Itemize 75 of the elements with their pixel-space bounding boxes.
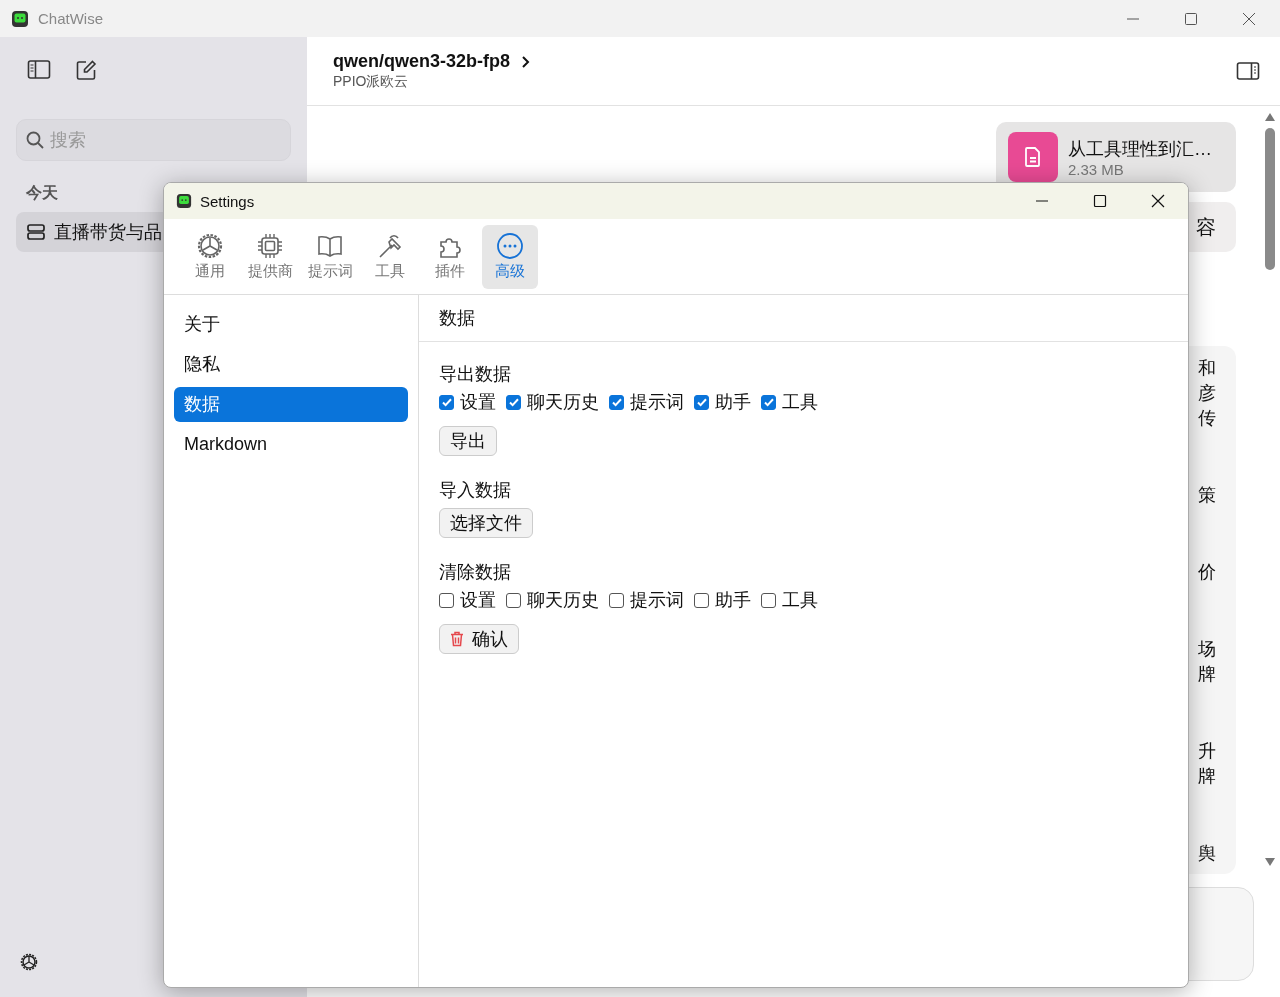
scroll-up-icon[interactable] — [1264, 112, 1276, 122]
gear-icon — [196, 232, 224, 260]
close-icon[interactable] — [1151, 194, 1165, 208]
checkbox[interactable] — [506, 592, 521, 608]
sidebar-toggle-icon[interactable] — [27, 59, 51, 81]
window-title: Settings — [200, 192, 255, 210]
checkbox-label: 设置 — [460, 589, 496, 612]
checkbox[interactable] — [761, 592, 776, 608]
panel-toggle-icon[interactable] — [1236, 61, 1260, 81]
checkbox-label: 助手 — [715, 589, 751, 612]
group-title: 清除数据 — [439, 561, 511, 584]
scroll-down-icon[interactable] — [1264, 857, 1276, 867]
settings-icon[interactable] — [18, 951, 40, 973]
maximize-icon[interactable] — [1184, 11, 1198, 26]
checkbox[interactable] — [694, 592, 709, 608]
nav-item[interactable]: Markdown — [174, 427, 408, 462]
message-text: 容 — [1196, 214, 1216, 240]
group-title: 导出数据 — [439, 363, 511, 386]
scrollbar-thumb[interactable] — [1265, 128, 1275, 270]
checkbox-label: 工具 — [782, 391, 818, 414]
checkbox-label: 设置 — [460, 391, 496, 414]
action-button[interactable]: 选择文件 — [439, 508, 533, 538]
checkbox[interactable] — [694, 394, 709, 410]
checkbox[interactable] — [761, 394, 776, 410]
compose-icon[interactable] — [75, 59, 97, 81]
section-heading: 今天 — [26, 183, 58, 203]
message-text: 彦 — [1198, 382, 1216, 405]
message-text: 价 — [1198, 561, 1216, 584]
app-logo-icon — [176, 193, 192, 209]
checkbox[interactable] — [609, 394, 624, 410]
message-text: 牌 — [1198, 765, 1216, 788]
close-icon[interactable] — [1242, 11, 1256, 26]
nav-item[interactable]: 关于 — [174, 307, 408, 342]
message-text: 牌 — [1198, 663, 1216, 686]
nav-item[interactable]: 数据 — [174, 387, 408, 422]
model-name[interactable]: qwen/qwen3-32b-fp8 — [333, 51, 511, 72]
search-icon — [25, 130, 45, 150]
settings-tab[interactable]: 高级 — [482, 224, 538, 289]
message-text: 传 — [1198, 407, 1216, 430]
stack-icon — [26, 223, 46, 241]
checkbox[interactable] — [506, 394, 521, 410]
more-icon — [496, 232, 524, 260]
window-title: ChatWise — [38, 10, 104, 27]
message-text: 策 — [1198, 484, 1216, 507]
section-title: 数据 — [419, 295, 1188, 342]
message-text: 升 — [1198, 740, 1216, 763]
message-text: 舆 — [1198, 842, 1216, 865]
checkbox-label: 工具 — [782, 589, 818, 612]
message-text: 和 — [1198, 357, 1216, 380]
settings-tab[interactable]: 提示词 — [302, 224, 358, 289]
checkbox[interactable] — [609, 592, 624, 608]
search-field[interactable]: 搜索 — [16, 119, 291, 161]
settings-tab[interactable]: 工具 — [362, 224, 418, 289]
nav-item[interactable]: 隐私 — [174, 347, 408, 382]
app-logo-icon — [11, 9, 29, 28]
chevron-right-icon[interactable] — [520, 54, 531, 69]
message-text: 场 — [1198, 638, 1216, 661]
file-name: 从工具理性到汇… — [1068, 137, 1212, 161]
action-button[interactable]: 导出 — [439, 426, 497, 456]
file-size: 2.33 MB — [1068, 160, 1125, 178]
checkbox-label: 聊天历史 — [527, 391, 599, 414]
maximize-icon[interactable] — [1093, 194, 1107, 208]
checkbox-label: 提示词 — [630, 589, 684, 612]
trash-icon — [450, 631, 464, 647]
document-icon — [1023, 146, 1043, 168]
chip-icon — [256, 232, 284, 260]
checkbox-label: 助手 — [715, 391, 751, 414]
settings-tab[interactable]: 插件 — [422, 224, 478, 289]
checkbox-label: 聊天历史 — [527, 589, 599, 612]
provider-name: PPIO派欧云 — [333, 73, 410, 91]
group-title: 导入数据 — [439, 479, 511, 502]
confirm-button[interactable]: 确认 — [439, 624, 519, 654]
checkbox[interactable] — [439, 394, 454, 410]
checkbox[interactable] — [439, 592, 454, 608]
checkbox-label: 提示词 — [630, 391, 684, 414]
